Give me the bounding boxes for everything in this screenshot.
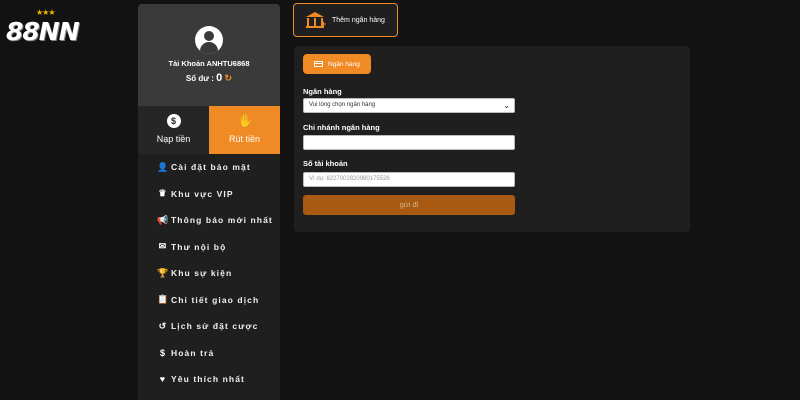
logo-text: 88NN bbox=[6, 17, 80, 46]
account-sidebar: Tài Khoản ANHTU6868 Số dư : 0 ↻ $ Nạp ti… bbox=[138, 4, 280, 400]
trophy-icon: 🏆 bbox=[157, 267, 170, 278]
sidebar-item-events[interactable]: 🏆 Khu sự kiện bbox=[138, 260, 280, 287]
heart-icon: ♥ bbox=[159, 374, 167, 385]
tab-bank-label: Ngân hàng bbox=[328, 60, 360, 68]
brand-logo[interactable]: ★★★ 88NN bbox=[6, 8, 86, 46]
bank-select-value: Vui lòng chọn ngân hàng bbox=[309, 102, 376, 108]
tab-deposit-label: Nạp tiền bbox=[156, 134, 191, 144]
sidebar-item-label: Khu sự kiện bbox=[171, 268, 233, 279]
add-bank-button[interactable]: + Thêm ngân hàng bbox=[293, 3, 398, 37]
sidebar-item-label: Yêu thích nhất bbox=[171, 374, 245, 385]
megaphone-icon: 📢 bbox=[157, 214, 170, 225]
tab-withdraw[interactable]: ✋ Rút tiền bbox=[209, 106, 280, 154]
logo-stars: ★★★ bbox=[36, 8, 55, 17]
balance-value: 0 bbox=[216, 72, 223, 84]
balance: Số dư : 0 ↻ bbox=[138, 72, 280, 84]
envelope-icon: ✉ bbox=[158, 241, 168, 252]
balance-label: Số dư : bbox=[185, 74, 214, 83]
sidebar-item-rebate[interactable]: $ Hoàn trả bbox=[138, 340, 280, 367]
sidebar-item-bet-history[interactable]: ↺ Lịch sử đặt cược bbox=[138, 313, 280, 340]
credit-card-icon bbox=[314, 61, 323, 67]
money-bag-icon: $ bbox=[166, 114, 181, 128]
sidebar-item-label: Cài đặt bảo mật bbox=[171, 162, 251, 173]
history-icon: ↺ bbox=[158, 320, 168, 331]
branch-label: Chi nhánh ngân hàng bbox=[303, 123, 380, 132]
sidebar-item-inbox[interactable]: ✉ Thư nội bộ bbox=[138, 234, 280, 261]
sidebar-item-security[interactable]: 👤 Cài đặt bảo mật bbox=[138, 154, 280, 181]
sidebar-item-announcements[interactable]: 📢 Thông báo mới nhất bbox=[138, 207, 280, 234]
sidebar-item-label: Thư nội bộ bbox=[171, 241, 227, 252]
sidebar-item-label: Lịch sử đặt cược bbox=[171, 321, 259, 332]
sidebar-item-label: Hoàn trả bbox=[171, 347, 215, 358]
sidebar-item-label: Khu vực VIP bbox=[171, 188, 234, 199]
hand-money-icon: ✋ bbox=[237, 113, 254, 128]
sidebar-item-transactions[interactable]: 📋 Chi tiết giao dịch bbox=[138, 287, 280, 314]
account-name: Tài Khoản ANHTU6868 bbox=[168, 59, 250, 68]
wallet-tabs: $ Nạp tiền ✋ Rút tiền bbox=[138, 106, 280, 154]
branch-input[interactable] bbox=[303, 135, 515, 150]
bank-form-panel: Ngân hàng Ngân hàng Vui lòng chọn ngân h… bbox=[294, 46, 690, 232]
bank-label: Ngân hàng bbox=[303, 87, 342, 96]
tab-withdraw-label: Rút tiền bbox=[228, 134, 261, 144]
account-number-label: Số tài khoản bbox=[303, 159, 348, 168]
account-number-input[interactable]: Ví dụ: 6227002820980175526 bbox=[303, 172, 515, 187]
bank-select[interactable]: Vui lòng chọn ngân hàng ⌄ bbox=[303, 98, 515, 113]
sidebar-item-vip[interactable]: ♛ Khu vực VIP bbox=[138, 181, 280, 208]
tab-deposit[interactable]: $ Nạp tiền bbox=[138, 106, 209, 154]
add-bank-label: Thêm ngân hàng bbox=[332, 16, 385, 24]
sidebar-item-label: Thông báo mới nhất bbox=[171, 215, 273, 226]
clipboard-icon: 📋 bbox=[157, 294, 170, 305]
refresh-icon[interactable]: ↻ bbox=[225, 73, 233, 83]
chevron-down-icon: ⌄ bbox=[503, 101, 510, 110]
sidebar-menu: 👤 Cài đặt bảo mật ♛ Khu vực VIP 📢 Thông … bbox=[138, 154, 280, 393]
profile-card: Tài Khoản ANHTU6868 Số dư : 0 ↻ bbox=[138, 4, 280, 106]
sidebar-item-favorites[interactable]: ♥ Yêu thích nhất bbox=[138, 366, 280, 393]
tab-bank[interactable]: Ngân hàng bbox=[303, 54, 371, 74]
user-lock-icon: 👤 bbox=[157, 161, 170, 172]
crown-icon: ♛ bbox=[158, 188, 168, 199]
coin-icon: $ bbox=[159, 347, 167, 358]
submit-button[interactable]: gửi đi bbox=[303, 195, 515, 215]
sidebar-item-label: Chi tiết giao dịch bbox=[171, 294, 260, 305]
avatar bbox=[195, 26, 223, 54]
bank-add-icon: + bbox=[306, 12, 326, 29]
